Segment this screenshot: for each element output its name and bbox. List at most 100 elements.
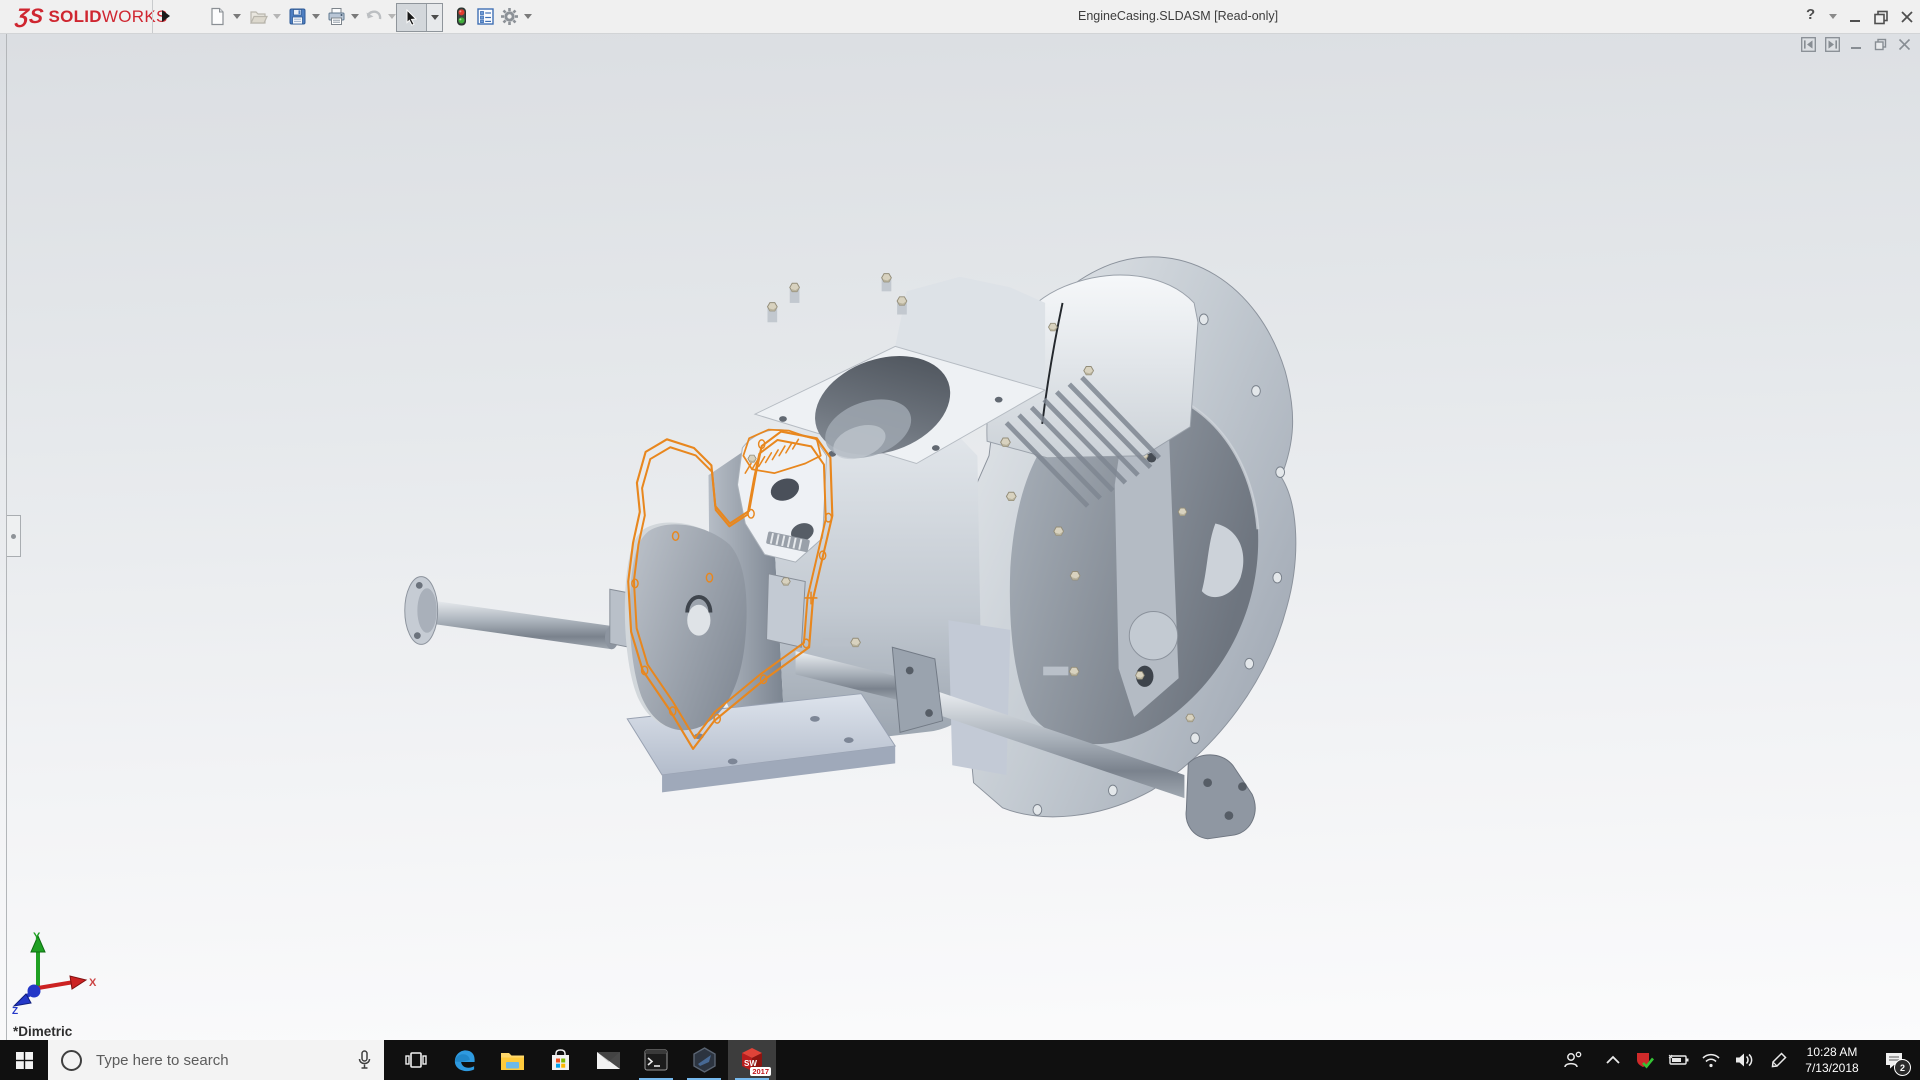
doc-restore-button[interactable] (1873, 37, 1888, 52)
battery-icon (1668, 1054, 1689, 1065)
doc-restore-icon (1874, 38, 1887, 51)
pane-arrow-right-icon (1825, 37, 1840, 52)
open-dropdown[interactable] (273, 14, 281, 19)
sw-year-badge: 2017 (750, 1067, 771, 1076)
chevron-up-icon (1606, 1055, 1620, 1064)
graphics-viewport[interactable]: Y X Z *Dimetric (0, 34, 1920, 1040)
triad-x-label: X (89, 977, 97, 989)
restore-icon (1874, 10, 1888, 25)
orientation-triad: Y X Z (12, 931, 97, 1014)
minimize-icon (1850, 20, 1860, 22)
clock-date: 7/13/2018 (1805, 1061, 1859, 1075)
undo-icon (366, 10, 382, 20)
options-dropdown[interactable] (524, 14, 532, 19)
mail-button[interactable] (584, 1040, 632, 1080)
save-button[interactable] (288, 7, 307, 26)
pen-icon (1771, 1052, 1787, 1068)
select-dropdown[interactable] (427, 4, 442, 31)
file-explorer-button[interactable] (488, 1040, 536, 1080)
mail-icon (596, 1051, 620, 1069)
store-button[interactable] (536, 1040, 584, 1080)
save-icon (289, 8, 306, 25)
taskbar-search[interactable] (48, 1040, 384, 1080)
save-dropdown[interactable] (312, 14, 320, 19)
doc-close-icon (1898, 38, 1911, 51)
restore-button[interactable] (1871, 7, 1891, 27)
collapse-pane-left-button[interactable] (1801, 37, 1816, 52)
rebuild-button[interactable] (452, 7, 471, 26)
command-prompt-button[interactable] (632, 1040, 680, 1080)
help-button[interactable]: ? (1806, 6, 1815, 23)
notification-count-badge: 2 (1894, 1059, 1911, 1076)
people-icon (1564, 1051, 1582, 1068)
solidworks-monitor-tray[interactable] (1630, 1040, 1660, 1080)
hexagon-app-icon (692, 1047, 716, 1073)
people-tray-button[interactable] (1558, 1040, 1588, 1080)
edge-icon (454, 1049, 475, 1071)
pane-arrow-left-icon (1801, 37, 1816, 52)
document-window-controls (1801, 37, 1912, 52)
doc-minimize-button[interactable] (1849, 37, 1864, 52)
open-button[interactable] (249, 7, 268, 26)
action-center-button[interactable]: 2 (1874, 1040, 1914, 1080)
help-dropdown[interactable] (1829, 14, 1837, 19)
select-tool-active[interactable] (396, 3, 443, 32)
feature-panel-splitter[interactable] (7, 515, 21, 557)
cortana-icon (61, 1049, 82, 1071)
engine-casing-3d-model[interactable] (0, 34, 1920, 1040)
splitter-grip-icon (11, 533, 16, 539)
print-button[interactable] (327, 7, 346, 26)
print-icon (328, 8, 345, 25)
search-input[interactable] (94, 1050, 357, 1070)
solidworks-logo: ƷS SOLID WORKS (14, 4, 168, 30)
volume-tray-button[interactable] (1729, 1040, 1759, 1080)
file-properties-button[interactable] (476, 7, 495, 26)
battery-tray-button[interactable] (1663, 1040, 1693, 1080)
pen-tray-button[interactable] (1764, 1040, 1794, 1080)
show-hidden-icons-button[interactable] (1598, 1040, 1628, 1080)
collapse-pane-right-button[interactable] (1825, 37, 1840, 52)
microphone-icon[interactable] (357, 1050, 372, 1070)
gear-icon (501, 8, 518, 25)
triad-z-label: Z (12, 1006, 18, 1014)
right-arrow-icon (162, 10, 170, 22)
left-axle[interactable] (404, 576, 651, 652)
titlebar: ƷS SOLID WORKS EngineCasing.SLDASM [Read… (0, 0, 1920, 34)
doc-close-button[interactable] (1897, 37, 1912, 52)
file-properties-icon (477, 8, 494, 25)
doc-minimize-icon (1851, 47, 1861, 49)
hexagon-app-button[interactable] (680, 1040, 728, 1080)
view-orientation-label: *Dimetric (13, 1024, 73, 1039)
wifi-tray-button[interactable] (1696, 1040, 1726, 1080)
sw-shield-check-icon (1637, 1053, 1655, 1069)
side-cover-plate[interactable] (624, 522, 747, 731)
rebuild-traffic-light-icon (457, 7, 466, 26)
window-title: EngineCasing.SLDASM [Read-only] (1078, 9, 1279, 23)
windows-taskbar: SW 2017 (0, 1040, 1920, 1080)
undo-button[interactable] (364, 7, 383, 26)
menu-flyout-button[interactable] (158, 5, 174, 27)
new-document-icon (211, 7, 224, 26)
minimize-button[interactable] (1845, 7, 1865, 27)
edge-button[interactable] (440, 1040, 488, 1080)
start-button[interactable] (0, 1040, 48, 1080)
select-cursor-icon (406, 9, 418, 26)
options-button[interactable] (500, 7, 519, 26)
new-document-button[interactable] (208, 7, 227, 26)
file-explorer-icon (500, 1052, 524, 1070)
caret-down-icon (430, 15, 439, 20)
speaker-icon (1736, 1053, 1753, 1067)
open-folder-icon (250, 11, 268, 24)
task-view-icon (405, 1052, 427, 1068)
solidworks-app-button[interactable]: SW 2017 (728, 1040, 776, 1080)
taskbar-clock[interactable]: 10:28 AM 7/13/2018 (1799, 1044, 1865, 1076)
clock-time: 10:28 AM (1806, 1045, 1858, 1059)
windows-logo-icon (15, 1051, 33, 1069)
dassault-logo-icon: ƷS (14, 5, 45, 28)
new-dropdown[interactable] (233, 14, 241, 19)
undo-dropdown[interactable] (388, 14, 396, 19)
triad-y-label: Y (33, 931, 41, 943)
close-button[interactable] (1897, 7, 1917, 27)
task-view-button[interactable] (392, 1040, 440, 1080)
print-dropdown[interactable] (351, 14, 359, 19)
